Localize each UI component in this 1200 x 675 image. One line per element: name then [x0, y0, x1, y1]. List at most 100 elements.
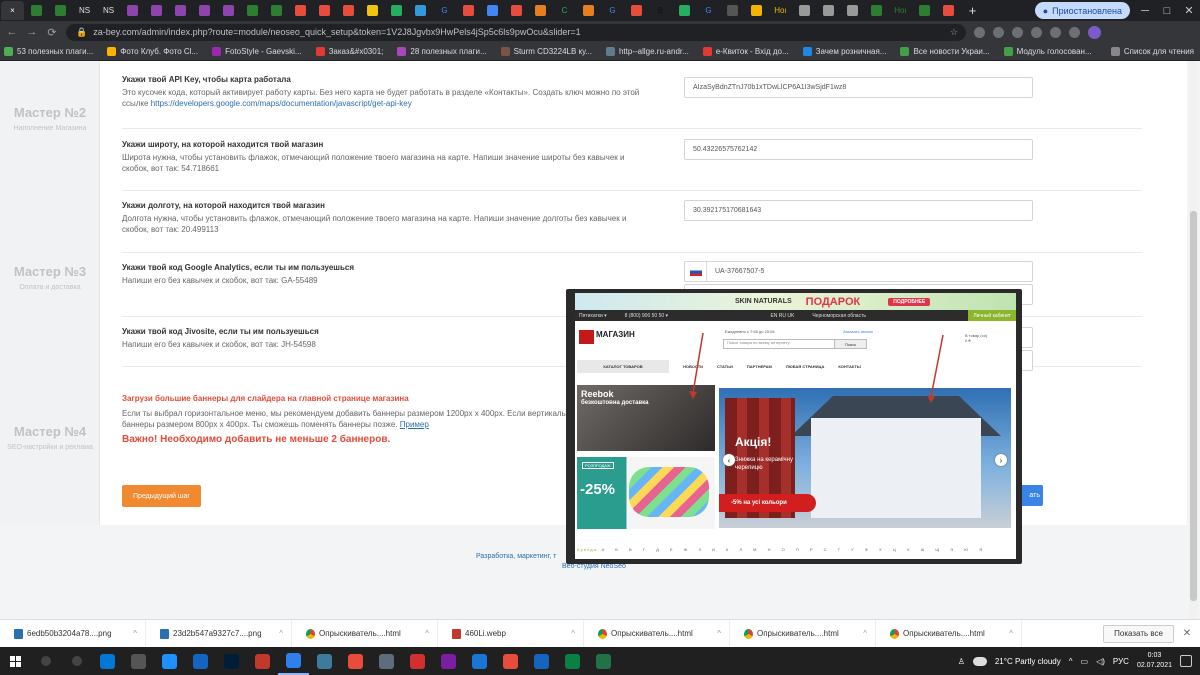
maximize-button[interactable]: □: [1156, 1, 1178, 20]
taskbar-app-icon[interactable]: [495, 647, 526, 675]
browser-tab[interactable]: B: [649, 1, 672, 20]
browser-tab[interactable]: [745, 1, 768, 20]
profile-avatar[interactable]: [1088, 25, 1101, 39]
puzzle-extensions-icon[interactable]: [1069, 26, 1080, 38]
browser-tab[interactable]: [913, 1, 936, 20]
taskbar-app-icon[interactable]: [588, 647, 619, 675]
browser-tab[interactable]: [265, 1, 288, 20]
browser-tab[interactable]: [313, 1, 336, 20]
download-menu-chevron-icon[interactable]: ^: [279, 629, 283, 638]
search-icon[interactable]: [30, 647, 61, 675]
taskbar-app-icon[interactable]: [92, 647, 123, 675]
taskbar-app-icon[interactable]: [216, 647, 247, 675]
bookmark-item[interactable]: FotoStyle - Gaevski...: [212, 47, 302, 56]
windows-start-icon[interactable]: [0, 647, 30, 675]
forward-arrow-icon[interactable]: →: [26, 26, 38, 38]
browser-tab[interactable]: [193, 1, 216, 20]
next-step-button[interactable]: ать: [1020, 485, 1043, 506]
browser-tab[interactable]: [817, 1, 840, 20]
browser-tab[interactable]: [577, 1, 600, 20]
browser-tab[interactable]: [505, 1, 528, 20]
browser-tab[interactable]: [529, 1, 552, 20]
clock[interactable]: 0:03 02.07.2021: [1137, 651, 1172, 671]
extension-icon[interactable]: [974, 26, 985, 38]
weather-text[interactable]: 21°C Partly cloudy: [995, 657, 1061, 666]
new-tab-button[interactable]: +: [961, 1, 984, 20]
download-menu-chevron-icon[interactable]: ^: [717, 629, 721, 638]
browser-tab[interactable]: [481, 1, 504, 20]
taskbar-app-icon[interactable]: [557, 647, 588, 675]
bookmark-item[interactable]: Заказ&#x0301;: [315, 47, 383, 56]
browser-tab[interactable]: [49, 1, 72, 20]
browser-tab[interactable]: G: [697, 1, 720, 20]
show-all-downloads-button[interactable]: Показать все: [1103, 624, 1174, 643]
bookmark-item[interactable]: Модуль голосован...: [1003, 47, 1092, 56]
tray-arrow-icon[interactable]: ^: [1069, 657, 1073, 666]
taskbar-app-icon[interactable]: [340, 647, 371, 675]
bookmark-star-icon[interactable]: ☆: [950, 27, 958, 38]
browser-tab[interactable]: [337, 1, 360, 20]
taskbar-app-icon[interactable]: [371, 647, 402, 675]
taskbar-app-icon[interactable]: [278, 647, 309, 675]
browser-tab[interactable]: C: [553, 1, 576, 20]
profile-paused-badge[interactable]: ● Приостановлена: [1034, 2, 1130, 19]
reload-icon[interactable]: ⟳: [46, 26, 58, 39]
wizard-step-2[interactable]: Мастер №2 Наполнение Магазина: [0, 105, 100, 133]
volume-icon[interactable]: ◁): [1096, 657, 1105, 666]
browser-tab[interactable]: [841, 1, 864, 20]
browser-tab[interactable]: Ноı: [769, 1, 792, 20]
download-item[interactable]: Опрыскиватель....html ^: [584, 619, 730, 648]
taskbar-app-icon[interactable]: [154, 647, 185, 675]
api-key-input[interactable]: AIzaSyBdnZTnJ70b1xTDwLlCP6A1I3wSjdF1wz8: [684, 77, 1033, 98]
extension-icon[interactable]: [1031, 26, 1042, 38]
browser-tab[interactable]: ×: [1, 1, 24, 20]
browser-tab[interactable]: [217, 1, 240, 20]
russian-flag-icon[interactable]: [685, 262, 707, 281]
scrollbar-thumb[interactable]: [1190, 211, 1197, 601]
example-link[interactable]: Пример: [400, 420, 429, 429]
footer-studio-link[interactable]: Веб-студия NeoSeo: [562, 563, 626, 570]
back-arrow-icon[interactable]: ←: [6, 26, 18, 38]
bookmark-item[interactable]: e-Квиток - Вхід до...: [702, 47, 789, 56]
download-item[interactable]: Опрыскиватель....html ^: [730, 619, 876, 648]
bookmark-item[interactable]: 53 полезных плаги...: [4, 47, 93, 56]
browser-tab[interactable]: [385, 1, 408, 20]
address-bar[interactable]: 🔒 za-bey.com/admin/index.php?route=modul…: [66, 23, 966, 41]
browser-tab[interactable]: [241, 1, 264, 20]
download-item[interactable]: 23d2b547a9327c7....png ^: [146, 619, 292, 648]
browser-tab[interactable]: [25, 1, 48, 20]
bookmark-item[interactable]: Зачем розничная...: [802, 47, 886, 56]
browser-tab[interactable]: [793, 1, 816, 20]
browser-tab[interactable]: [121, 1, 144, 20]
reading-list[interactable]: Список для чтения: [1110, 47, 1200, 56]
bookmark-item[interactable]: Все новости Украи...: [900, 47, 990, 56]
api-key-link[interactable]: https://developers.google.com/maps/docum…: [151, 99, 412, 108]
network-icon[interactable]: ▭: [1081, 657, 1089, 666]
download-item[interactable]: 460Li.webp ^: [438, 619, 584, 648]
extension-icon[interactable]: [1050, 26, 1061, 38]
minimize-button[interactable]: ─: [1134, 1, 1156, 20]
analytics-input[interactable]: UA-37667507-5: [684, 261, 1033, 282]
language-indicator[interactable]: РУС: [1113, 657, 1129, 666]
download-menu-chevron-icon[interactable]: ^: [571, 629, 575, 638]
notifications-icon[interactable]: [1180, 655, 1192, 667]
browser-tab[interactable]: Ноı: [889, 1, 912, 20]
bookmark-item[interactable]: http--allge.ru-andr...: [605, 47, 689, 56]
browser-tab[interactable]: [937, 1, 960, 20]
taskbar-app-icon[interactable]: [247, 647, 278, 675]
download-menu-chevron-icon[interactable]: ^: [133, 629, 137, 638]
taskbar-app-icon[interactable]: [123, 647, 154, 675]
browser-tab[interactable]: [673, 1, 696, 20]
browser-tab[interactable]: [145, 1, 168, 20]
previous-step-button[interactable]: Предыдущий шаг: [122, 485, 201, 507]
close-window-button[interactable]: ✕: [1178, 1, 1200, 20]
browser-tab[interactable]: [457, 1, 480, 20]
latitude-input[interactable]: 50.43226575762142: [684, 139, 1033, 160]
taskbar-app-icon[interactable]: [526, 647, 557, 675]
browser-tab[interactable]: [169, 1, 192, 20]
taskbar-app-icon[interactable]: [309, 647, 340, 675]
browser-tab[interactable]: NS: [97, 1, 120, 20]
download-menu-chevron-icon[interactable]: ^: [863, 629, 867, 638]
longitude-input[interactable]: 30.392175170681643: [684, 200, 1033, 221]
extension-icon[interactable]: [1012, 26, 1023, 38]
